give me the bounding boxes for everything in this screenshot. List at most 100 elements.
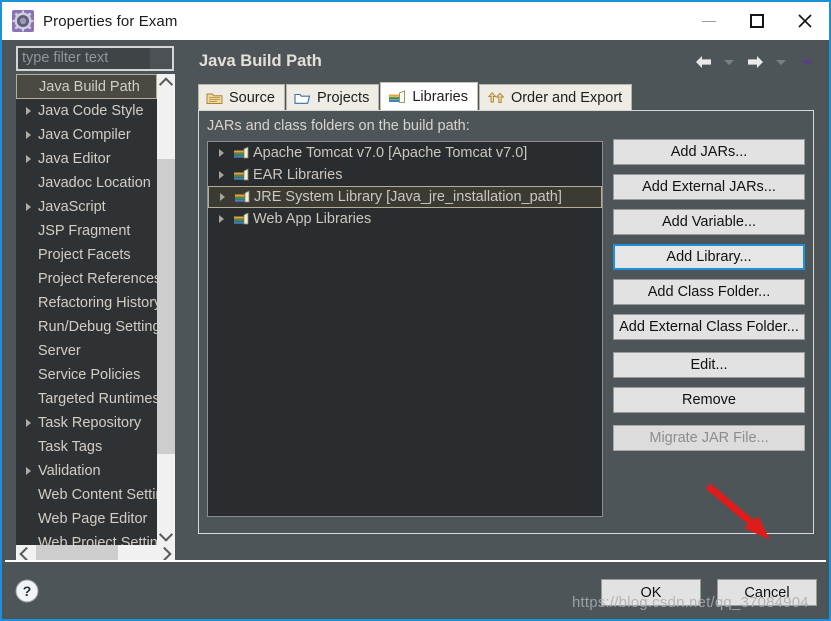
sidebar-item-label: Javadoc Location <box>38 175 151 191</box>
page-title: Java Build Path <box>199 52 322 70</box>
sidebar-item-run-debug-settings[interactable]: Run/Debug Settings <box>16 315 157 339</box>
sidebar-item-web-page-editor[interactable]: Web Page Editor <box>16 507 157 531</box>
libraries-list[interactable]: Apache Tomcat v7.0 [Apache Tomcat v7.0] E… <box>207 141 603 517</box>
library-list-item[interactable]: EAR Libraries <box>208 164 602 186</box>
filter-clear-button[interactable] <box>150 48 172 69</box>
library-list-item[interactable]: JRE System Library [Java_jre_installatio… <box>208 186 602 208</box>
help-button[interactable]: ? <box>15 579 39 603</box>
libraries-books-icon <box>389 89 406 103</box>
library-label: EAR Libraries <box>253 167 343 183</box>
scroll-up-button[interactable] <box>157 74 175 92</box>
library-list-item[interactable]: Web App Libraries <box>208 208 602 230</box>
sidebar-item-label: Java Build Path <box>39 78 140 95</box>
sidebar-vertical-scrollbar[interactable] <box>157 74 175 545</box>
sidebar-item-java-editor[interactable]: Java Editor <box>16 147 157 171</box>
library-icon <box>234 146 249 159</box>
add-class-folder-button[interactable]: Add Class Folder... <box>613 279 805 305</box>
edit-button[interactable]: Edit... <box>613 352 805 378</box>
sidebar-item-service-policies[interactable]: Service Policies <box>16 363 157 387</box>
sidebar-item-label: Web Page Editor <box>38 511 148 527</box>
library-list-item[interactable]: Apache Tomcat v7.0 [Apache Tomcat v7.0] <box>208 142 602 164</box>
sidebar-item-javadoc-location[interactable]: Javadoc Location <box>16 171 157 195</box>
chevron-down-icon <box>158 527 174 542</box>
sidebar-item-refactoring-history[interactable]: Refactoring History <box>16 291 157 315</box>
add-variable-button[interactable]: Add Variable... <box>613 209 805 235</box>
tab-label: Order and Export <box>510 89 623 106</box>
sidebar-item-label: Java Editor <box>38 151 111 167</box>
sidebar-item-targeted-runtimes[interactable]: Targeted Runtimes <box>16 387 157 411</box>
order-export-icon <box>487 91 505 103</box>
expand-arrow-icon <box>25 203 31 211</box>
sidebar-item-java-compiler[interactable]: Java Compiler <box>16 123 157 147</box>
expand-arrow-icon[interactable] <box>214 193 230 201</box>
back-history-button[interactable] <box>718 52 740 72</box>
minimize-button[interactable] <box>685 2 733 40</box>
sidebar-item-project-facets[interactable]: Project Facets <box>16 243 157 267</box>
sidebar-item-task-repository[interactable]: Task Repository <box>16 411 157 435</box>
expand-arrow-icon[interactable] <box>213 215 229 223</box>
library-icon <box>233 168 249 182</box>
library-icon <box>235 190 250 203</box>
sidebar-item-jsp-fragment[interactable]: JSP Fragment <box>16 219 157 243</box>
sidebar-item-java-build-path[interactable]: Java Build Path <box>16 74 157 99</box>
expand-arrow-icon <box>25 155 31 163</box>
expand-arrow-icon[interactable] <box>20 419 36 427</box>
settings-tree[interactable]: Java Build Path Java Code Style Java Compi… <box>16 74 157 545</box>
maximize-button[interactable] <box>733 2 781 40</box>
tab-projects[interactable]: Projects <box>285 84 380 110</box>
tab-source[interactable]: Source <box>198 84 285 110</box>
sidebar-item-web-content-settings[interactable]: Web Content Settings <box>16 483 157 507</box>
add-external-jars-button[interactable]: Add External JARs... <box>613 174 805 200</box>
scroll-down-button[interactable] <box>157 527 175 545</box>
close-icon <box>798 14 812 28</box>
tab-libraries[interactable]: Libraries <box>380 82 478 110</box>
library-label: JRE System Library [Java_jre_installatio… <box>254 189 562 205</box>
expand-arrow-icon[interactable] <box>20 155 36 163</box>
view-menu-button[interactable] <box>796 52 818 72</box>
expand-arrow-icon <box>218 215 224 223</box>
add-jars-button[interactable]: Add JARs... <box>613 139 805 165</box>
filter-placeholder: type filter text <box>22 50 109 66</box>
remove-button[interactable]: Remove <box>613 387 805 413</box>
sidebar-item-web-project-settings[interactable]: Web Project Settings <box>16 531 157 545</box>
add-library-button[interactable]: Add Library... <box>613 244 805 270</box>
sidebar-item-java-code-style[interactable]: Java Code Style <box>16 99 157 123</box>
back-arrow-icon <box>695 56 711 68</box>
tab-label: Projects <box>316 89 370 106</box>
expand-arrow-icon[interactable] <box>20 467 36 475</box>
sidebar-item-task-tags[interactable]: Task Tags <box>16 435 157 459</box>
sidebar-item-javascript[interactable]: JavaScript <box>16 195 157 219</box>
library-label: Web App Libraries <box>253 211 372 227</box>
sidebar-item-label: Refactoring History <box>38 295 157 311</box>
sidebar-item-label: JSP Fragment <box>38 223 131 239</box>
close-button[interactable] <box>781 2 829 40</box>
sidebar-item-server[interactable]: Server <box>16 339 157 363</box>
content-panel: Java Build Path Source Projects Librarie… <box>192 42 826 619</box>
add-external-class-folder-button[interactable]: Add External Class Folder... <box>613 314 805 340</box>
expand-arrow-icon[interactable] <box>213 149 229 157</box>
expand-arrow-icon[interactable] <box>20 203 36 211</box>
source-folder-icon <box>206 91 223 105</box>
expand-arrow-icon[interactable] <box>213 171 229 179</box>
properties-dialog: Properties for Exam type filter text Jav… <box>0 0 831 621</box>
library-label: Apache Tomcat v7.0 [Apache Tomcat v7.0] <box>253 145 528 161</box>
sidebar-item-label: JavaScript <box>38 199 106 215</box>
chevron-right-icon <box>157 546 172 562</box>
sidebar-item-label: Targeted Runtimes <box>38 391 157 407</box>
expand-arrow-icon[interactable] <box>20 131 36 139</box>
forward-button[interactable] <box>744 52 766 72</box>
forward-history-button[interactable] <box>770 52 792 72</box>
sidebar-item-validation[interactable]: Validation <box>16 459 157 483</box>
chevron-up-icon <box>158 77 174 92</box>
sidebar-item-project-references[interactable]: Project References <box>16 267 157 291</box>
expand-arrow-icon[interactable] <box>20 107 36 115</box>
filter-input[interactable]: type filter text <box>16 46 174 71</box>
tab-order-and-export[interactable]: Order and Export <box>478 84 633 110</box>
sidebar-item-label: Validation <box>38 463 101 479</box>
order-export-icon <box>487 91 505 105</box>
scrollbar-thumb[interactable] <box>157 159 175 454</box>
library-icon <box>234 168 249 181</box>
sidebar-item-label: Service Policies <box>38 367 141 383</box>
title-bar: Properties for Exam <box>2 2 829 40</box>
back-button[interactable] <box>692 52 714 72</box>
